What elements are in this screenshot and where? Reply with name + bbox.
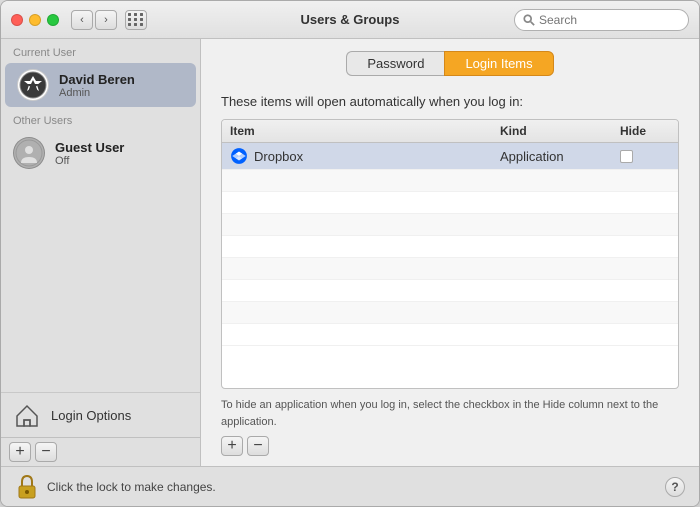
login-options-icon: [13, 401, 41, 429]
item-hide-cell[interactable]: [620, 150, 670, 163]
main-content: Current User David Beren Admin Other Use…: [1, 39, 699, 466]
panel-description: These items will open automatically when…: [221, 94, 679, 109]
guest-user-role: Off: [55, 155, 124, 167]
col-kind: Kind: [500, 124, 620, 138]
tab-login-items[interactable]: Login Items: [444, 51, 553, 76]
items-table: Item Kind Hide: [221, 119, 679, 389]
dropbox-icon: [230, 147, 248, 165]
current-user-role: Admin: [59, 87, 135, 99]
tab-password[interactable]: Password: [346, 51, 444, 76]
guest-user-info: Guest User Off: [55, 140, 124, 167]
window: ‹ › Users & Groups Current User: [0, 0, 700, 507]
hide-checkbox[interactable]: [620, 150, 633, 163]
table-body: Dropbox Application: [222, 143, 678, 388]
other-users-label: Other Users: [1, 107, 200, 131]
panel-body: These items will open automatically when…: [201, 84, 699, 466]
guest-avatar: [13, 137, 45, 169]
nav-buttons: ‹ ›: [71, 10, 117, 30]
table-header: Item Kind Hide: [222, 120, 678, 143]
guest-user-name: Guest User: [55, 140, 124, 155]
col-hide: Hide: [620, 124, 670, 138]
empty-row: [222, 258, 678, 280]
avatar-icon: [19, 71, 47, 99]
current-user-label: Current User: [1, 39, 200, 63]
empty-row: [222, 170, 678, 192]
item-kind-cell: Application: [500, 149, 620, 164]
avatar: [17, 69, 49, 101]
search-icon: [523, 14, 535, 26]
close-button[interactable]: [11, 14, 23, 26]
empty-row: [222, 324, 678, 346]
lock-icon-svg: [16, 475, 38, 499]
item-name-cell: Dropbox: [230, 147, 500, 165]
search-input[interactable]: [539, 13, 680, 27]
hint-text: To hide an application when you log in, …: [221, 397, 679, 430]
empty-row: [222, 214, 678, 236]
sidebar: Current User David Beren Admin Other Use…: [1, 39, 201, 466]
sidebar-bottom-bar: + −: [1, 437, 200, 466]
current-user-info: David Beren Admin: [59, 72, 135, 99]
empty-row: [222, 236, 678, 258]
item-name: Dropbox: [254, 149, 303, 164]
titlebar: ‹ › Users & Groups: [1, 1, 699, 39]
current-user-item[interactable]: David Beren Admin: [5, 63, 196, 107]
guest-avatar-icon: [15, 139, 43, 167]
lock-text: Click the lock to make changes.: [47, 480, 665, 494]
current-user-name: David Beren: [59, 72, 135, 87]
empty-row: [222, 302, 678, 324]
login-options-label: Login Options: [51, 408, 131, 423]
traffic-lights: [11, 14, 59, 26]
remove-item-button[interactable]: −: [247, 436, 269, 456]
table-row[interactable]: Dropbox Application: [222, 143, 678, 170]
lock-button[interactable]: [15, 475, 39, 499]
back-button[interactable]: ‹: [71, 10, 93, 30]
house-icon: [14, 402, 40, 428]
search-box[interactable]: [514, 9, 689, 31]
minimize-button[interactable]: [29, 14, 41, 26]
maximize-button[interactable]: [47, 14, 59, 26]
window-title: Users & Groups: [301, 12, 400, 27]
empty-row: [222, 192, 678, 214]
empty-row: [222, 280, 678, 302]
window-bottom-bar: Click the lock to make changes. ?: [1, 466, 699, 506]
guest-user-item[interactable]: Guest User Off: [1, 131, 200, 175]
forward-button[interactable]: ›: [95, 10, 117, 30]
right-panel: Password Login Items These items will op…: [201, 39, 699, 466]
tabs-row: Password Login Items: [201, 39, 699, 84]
login-options-item[interactable]: Login Options: [1, 392, 200, 437]
sidebar-remove-button[interactable]: −: [35, 442, 57, 462]
panel-bottom-bar: + −: [221, 430, 679, 456]
sidebar-add-button[interactable]: +: [9, 442, 31, 462]
help-button[interactable]: ?: [665, 477, 685, 497]
col-item: Item: [230, 124, 500, 138]
add-item-button[interactable]: +: [221, 436, 243, 456]
grid-button[interactable]: [125, 10, 147, 30]
